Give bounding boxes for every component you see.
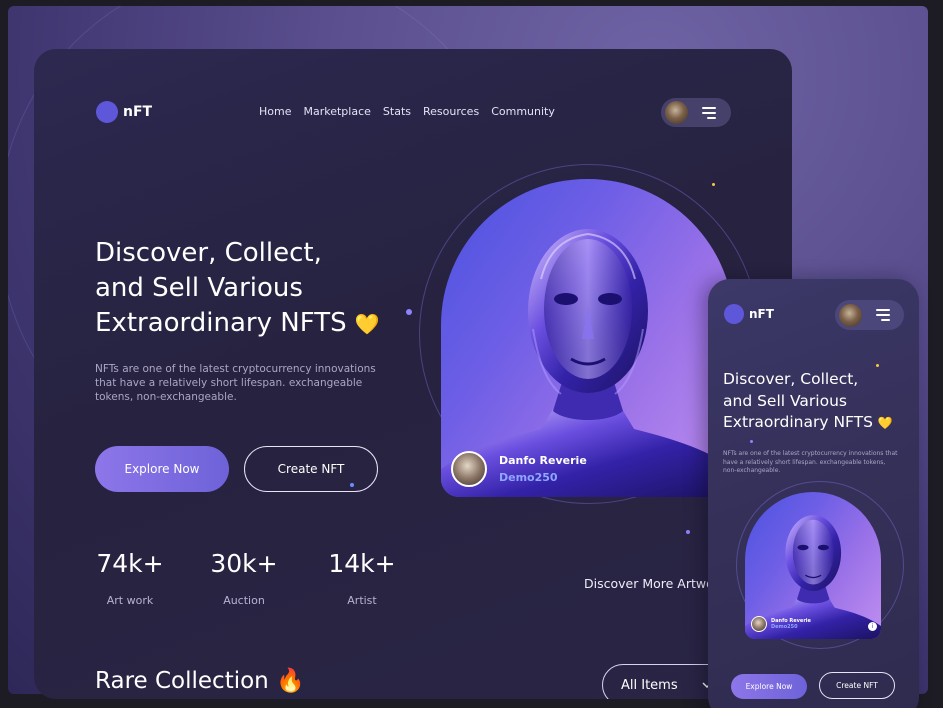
mobile-hero-title: Discover, Collect, and Sell Various Extr… <box>723 369 913 435</box>
mobile-explore-now-button[interactable]: Explore Now <box>731 674 807 699</box>
rare-collection-title: Rare Collection 🔥 <box>95 667 305 694</box>
mobile-title-line1: Discover, Collect, <box>723 370 859 388</box>
artist-avatar <box>751 616 767 632</box>
featured-artwork-card[interactable]: Danfo Reverie Demo250 <box>441 179 734 497</box>
user-menu[interactable] <box>661 98 731 127</box>
desktop-page: nFT Home Marketplace Stats Resources Com… <box>34 49 792 699</box>
decorative-dot <box>876 364 879 367</box>
avatar[interactable] <box>665 101 688 124</box>
decorative-dot <box>686 530 690 534</box>
info-icon[interactable]: i <box>868 622 877 631</box>
nav-item-marketplace[interactable]: Marketplace <box>303 105 370 118</box>
logo-mark-icon <box>96 101 118 123</box>
hero-title-line2: and Sell Various <box>95 273 303 303</box>
mobile-logo[interactable]: nFT <box>724 304 774 324</box>
stat-label: Art work <box>106 594 154 607</box>
logo-text: nFT <box>749 307 774 321</box>
hero-title: Discover, Collect, and Sell Various Extr… <box>95 236 415 342</box>
decorative-dot <box>750 440 753 443</box>
mobile-user-menu[interactable] <box>835 300 904 330</box>
logo-mark-icon <box>724 304 744 324</box>
avatar[interactable] <box>839 303 862 327</box>
mobile-artist-badge[interactable]: Danfo Reverie Demo250 <box>751 616 811 632</box>
explore-now-button[interactable]: Explore Now <box>95 446 229 492</box>
mobile-title-line2: and Sell Various <box>723 391 847 410</box>
mobile-title-line3: Extraordinary NFTS <box>723 413 873 431</box>
nav-item-stats[interactable]: Stats <box>383 105 411 118</box>
nav-item-home[interactable]: Home <box>259 105 291 118</box>
artist-avatar <box>451 451 487 487</box>
rare-collection-text: Rare Collection <box>95 668 269 694</box>
artist-handle: Demo250 <box>771 624 798 630</box>
artist-badge[interactable]: Danfo Reverie Demo250 <box>451 451 587 487</box>
heart-icon: 💛 <box>354 312 380 336</box>
hamburger-icon[interactable] <box>876 309 890 321</box>
stat-label: Artist <box>347 594 377 607</box>
stat-value: 74k+ <box>96 549 164 578</box>
mobile-page: nFT Discover, Collect, and Sell Various … <box>708 279 919 708</box>
nav-item-community[interactable]: Community <box>491 105 555 118</box>
nav-item-resources[interactable]: Resources <box>423 105 479 118</box>
discover-more-link[interactable]: Discover More Artwo <box>584 576 714 591</box>
heart-icon: 💛 <box>877 416 893 430</box>
stat-label: Auction <box>223 594 265 607</box>
logo-text: nFT <box>123 104 153 120</box>
stat-value: 30k+ <box>210 549 278 578</box>
stat-artwork: 74k+ Art work <box>85 549 175 607</box>
create-nft-button[interactable]: Create NFT <box>244 446 378 492</box>
stat-auction: 30k+ Auction <box>199 549 289 607</box>
logo[interactable]: nFT <box>96 101 152 123</box>
stat-artist: 14k+ Artist <box>317 549 407 607</box>
fire-icon: 🔥 <box>276 668 305 694</box>
artist-handle: Demo250 <box>499 471 558 484</box>
mobile-create-nft-button[interactable]: Create NFT <box>819 672 895 699</box>
hero-title-line1: Discover, Collect, <box>95 238 322 268</box>
hero-description: NFTs are one of the latest cryptocurrenc… <box>95 363 376 403</box>
mobile-featured-artwork-card[interactable]: Danfo Reverie Demo250 i <box>745 492 881 639</box>
main-nav: Home Marketplace Stats Resources Communi… <box>259 105 555 118</box>
chrome-bust-image <box>441 229 734 497</box>
hero-title-line3: Extraordinary NFTS <box>95 308 347 338</box>
mobile-hero-description: NFTs are one of the latest cryptocurrenc… <box>723 450 898 474</box>
stat-value: 14k+ <box>328 549 396 578</box>
artist-name: Danfo Reverie <box>499 454 587 467</box>
hamburger-icon[interactable] <box>702 106 716 119</box>
filter-value: All Items <box>621 677 678 693</box>
